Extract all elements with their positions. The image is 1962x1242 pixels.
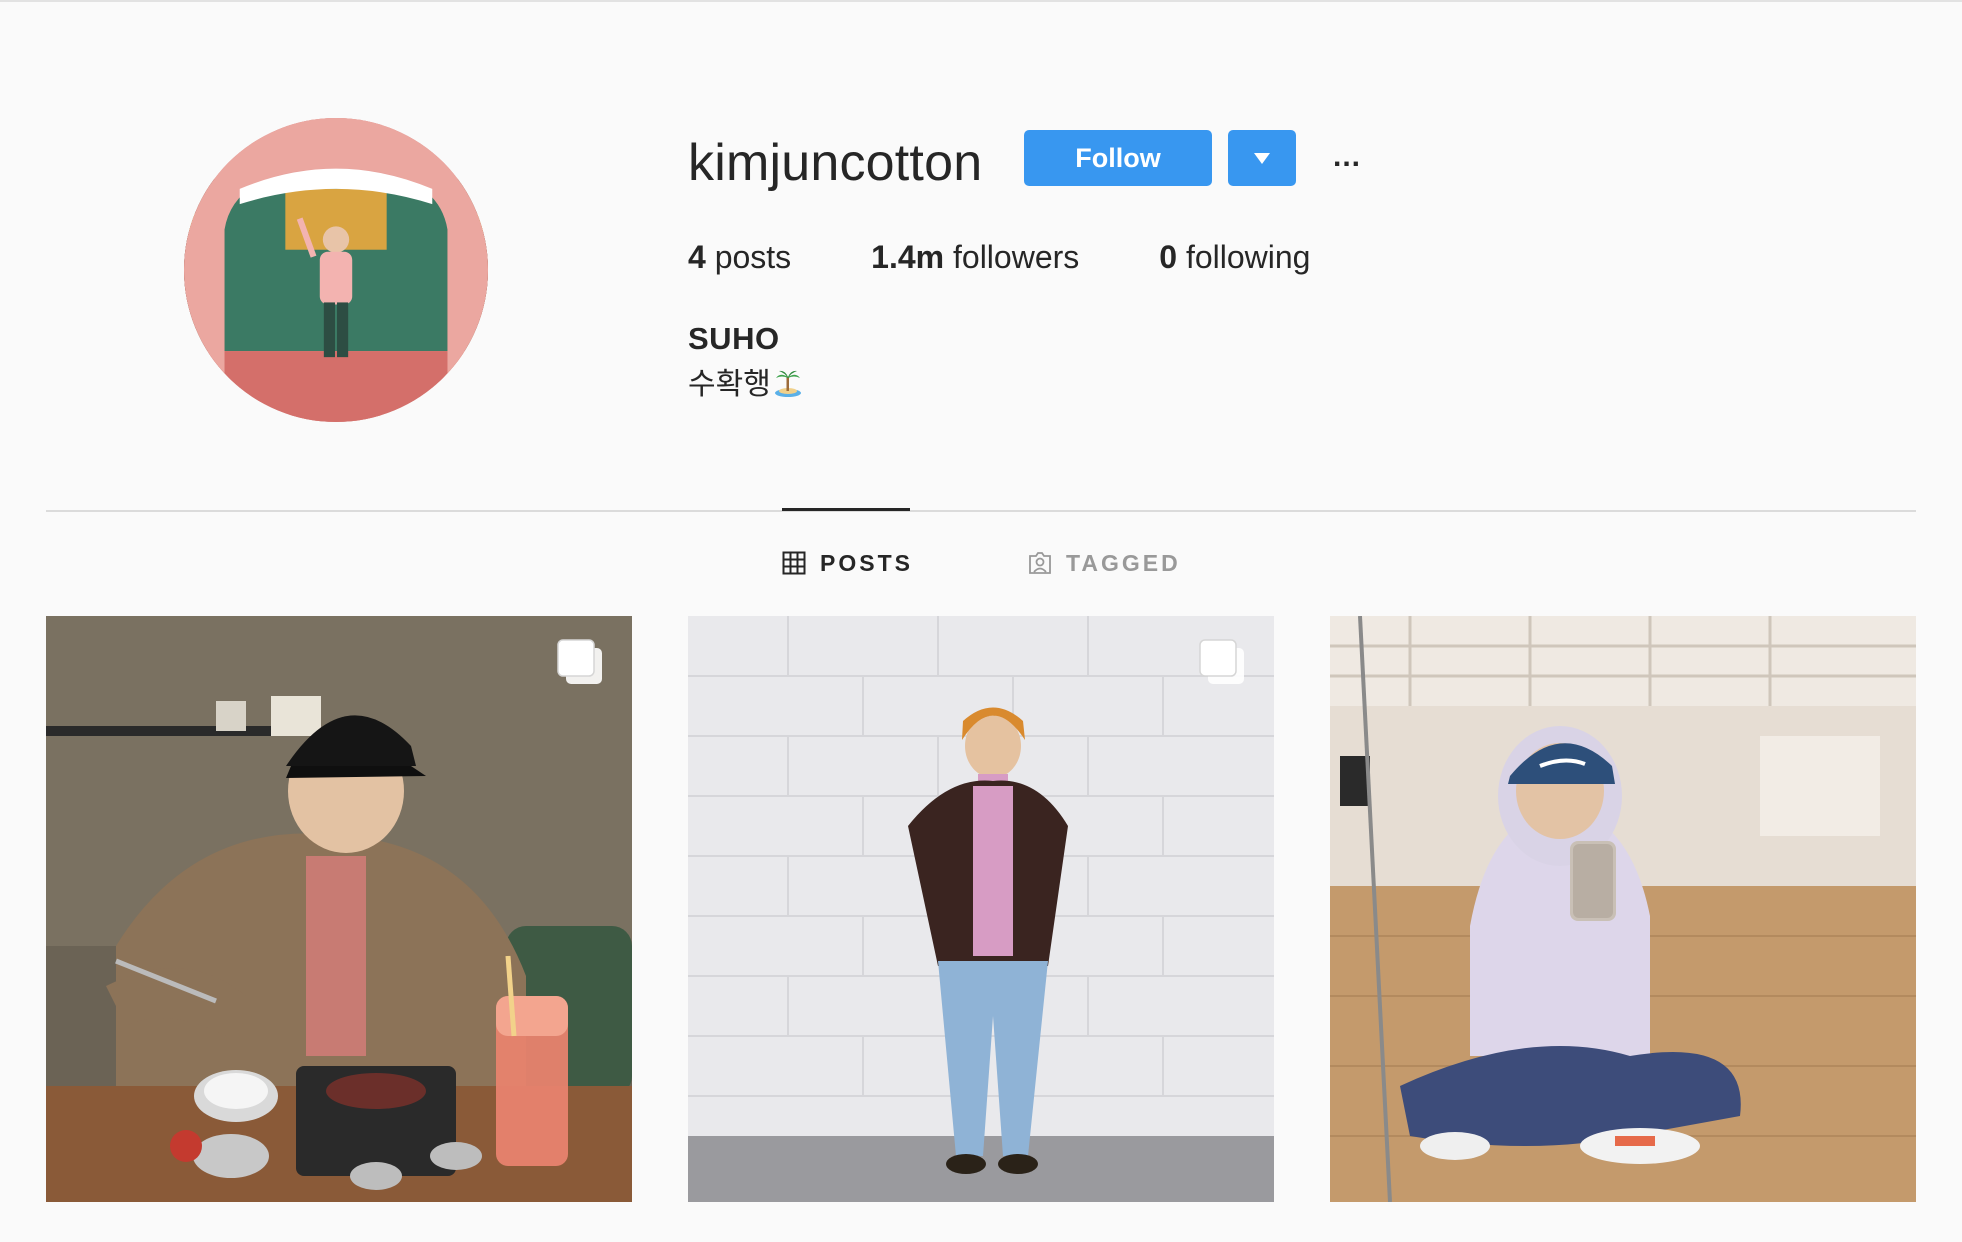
bio-text: 수확행: [688, 368, 771, 401]
multiple-images-icon: [1199, 639, 1244, 684]
tab-posts-label: POSTS: [820, 550, 913, 576]
post-thumbnail[interactable]: [688, 616, 1274, 1202]
profile-page: kimjuncotton Follow ... 4 posts 1.4m fol…: [0, 0, 1962, 1242]
more-options-icon[interactable]: ...: [1328, 138, 1366, 176]
tab-tagged[interactable]: TAGGED: [1028, 548, 1181, 578]
multiple-images-icon: [557, 639, 602, 684]
avatar-image: [184, 118, 488, 422]
more-options-label: ...: [1332, 140, 1361, 173]
following-stat[interactable]: 0 following: [1159, 236, 1310, 278]
desert-island-icon: [774, 370, 801, 397]
followers-stat-label: followers: [944, 239, 1080, 275]
follow-button[interactable]: Follow: [1024, 130, 1212, 186]
following-stat-label: following: [1177, 239, 1311, 275]
tabs-divider: [46, 510, 1916, 512]
post-image-dance-studio: [1330, 616, 1916, 1202]
profile-username: kimjuncotton: [688, 134, 983, 192]
profile-avatar[interactable]: [184, 118, 488, 422]
tab-tagged-label: TAGGED: [1066, 550, 1181, 576]
profile-bio: 수확행: [688, 364, 803, 406]
posts-count: 4: [688, 239, 706, 275]
suggested-dropdown-button[interactable]: [1228, 130, 1296, 186]
post-image-white-wall: [688, 616, 1274, 1202]
top-border: [0, 0, 1962, 2]
post-image-restaurant: [46, 616, 632, 1202]
active-tab-indicator: [782, 508, 910, 511]
profile-stats: 4 posts 1.4m followers 0 following: [688, 236, 1390, 278]
tab-posts[interactable]: POSTS: [782, 548, 913, 578]
caret-down-icon: [1254, 152, 1270, 164]
posts-stat-label: posts: [705, 239, 792, 275]
post-thumbnail[interactable]: [1330, 616, 1916, 1202]
post-thumbnail[interactable]: [46, 616, 632, 1202]
profile-full-name: SUHO: [688, 321, 780, 356]
followers-count: 1.4m: [871, 239, 945, 275]
following-count: 0: [1159, 239, 1178, 275]
tagged-user-icon: [1029, 552, 1051, 574]
grid-icon: [782, 551, 806, 575]
followers-stat[interactable]: 1.4m followers: [871, 236, 1079, 278]
posts-stat: 4 posts: [688, 236, 791, 278]
